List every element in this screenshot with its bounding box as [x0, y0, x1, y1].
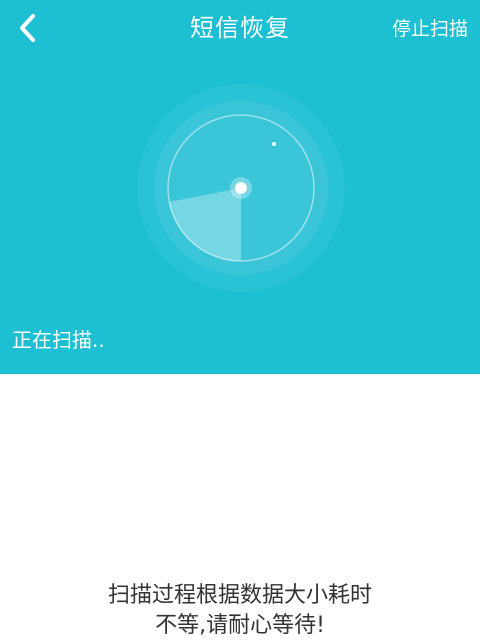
radar-graphic [137, 84, 345, 292]
scan-hint: 扫描过程根据数据大小耗时 不等,请耐心等待! [0, 581, 480, 641]
radar-center-dot [235, 182, 247, 194]
radar-scanner [136, 83, 346, 293]
sms-recovery-screen: 短信恢复 停止扫描 正在扫描.. 扫描过程根据数据大小耗时 不等,请耐心等待! [0, 0, 480, 644]
scan-status-text: 正在扫描.. [12, 328, 105, 352]
radar-target-dot [272, 142, 276, 146]
hint-line-2: 不等,请耐心等待! [155, 613, 325, 638]
stop-scan-button[interactable]: 停止扫描 [392, 15, 468, 43]
scan-panel: 短信恢复 停止扫描 正在扫描.. [0, 0, 480, 374]
hint-line-1: 扫描过程根据数据大小耗时 [107, 583, 372, 608]
